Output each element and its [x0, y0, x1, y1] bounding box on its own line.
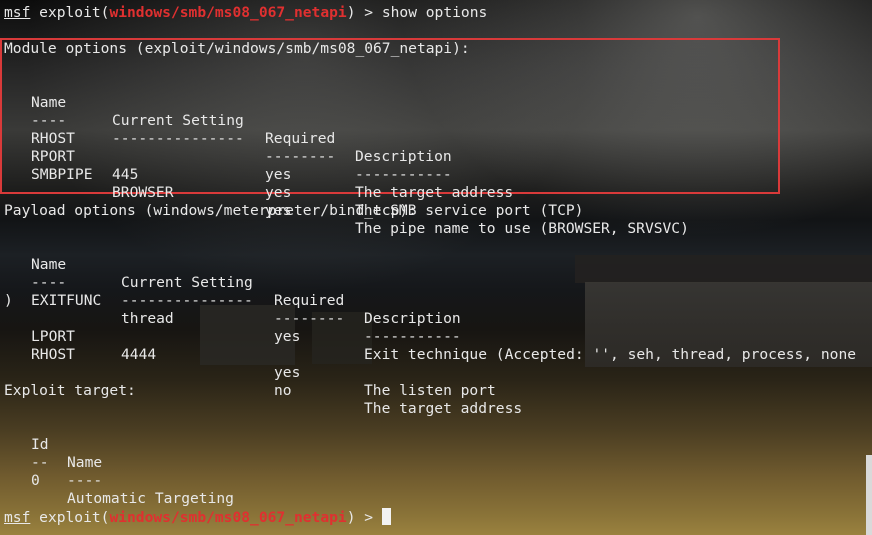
table-row: SMBPIPE BROWSER yes The pipe name to use… — [4, 148, 864, 237]
table-row: EXITFUNC thread yes Exit technique (Acce… — [4, 274, 870, 363]
command-line-show-options: msf exploit(windows/smb/ms08_067_netapi)… — [4, 4, 487, 22]
msf-label: msf — [4, 509, 31, 526]
option-name: RHOST — [31, 346, 75, 363]
module-path: windows/smb/ms08_067_netapi — [109, 509, 347, 526]
msf-label: msf — [4, 4, 31, 21]
dash-current-setting: --------------- — [121, 292, 253, 309]
exploit-target-dashes: -- ---- — [4, 436, 404, 489]
module-options-header: Module options (exploit/windows/smb/ms08… — [4, 40, 470, 57]
table-row: 0 Automatic Targeting — [4, 454, 404, 507]
module-options-dashes: ---- --------------- -------- ----------… — [4, 94, 864, 183]
option-description: The target address — [364, 400, 523, 417]
option-setting: 4444 — [121, 346, 157, 363]
prompt-close: ) > — [346, 4, 382, 21]
target-id: 0 — [31, 472, 40, 489]
text-cursor[interactable] — [381, 508, 391, 525]
table-row: LPORT 4444 yes The listen port — [4, 310, 864, 399]
terminal-window[interactable]: msf exploit(windows/smb/ms08_067_netapi)… — [0, 0, 872, 535]
payload-options-dashes: ---- --------------- -------- ----------… — [4, 256, 864, 345]
module-options-columns: Name Current Setting Required Descriptio… — [4, 76, 864, 165]
option-name: SMBPIPE — [31, 166, 93, 183]
target-name: Automatic Targeting — [67, 490, 234, 507]
exploit-target-header: Exploit target: — [4, 382, 136, 399]
scrollbar-edge — [866, 455, 872, 535]
option-setting: BROWSER — [112, 184, 174, 201]
dash-description: ----------- — [355, 166, 452, 183]
option-setting: 445 — [112, 166, 139, 183]
exploit-word: exploit( — [39, 509, 110, 526]
option-description: The pipe name to use (BROWSER, SRVSVC) — [355, 220, 689, 237]
module-path: windows/smb/ms08_067_netapi — [109, 4, 347, 21]
typed-command: show options — [381, 4, 488, 21]
payload-options-columns: Name Current Setting Required Descriptio… — [4, 238, 864, 327]
dash-name: ---- — [67, 472, 103, 489]
exploit-target-columns: Id Name — [4, 418, 404, 471]
table-row: RHOST no The target address — [4, 328, 864, 417]
exploit-word: exploit( — [39, 4, 110, 21]
col-required: Required — [274, 292, 345, 309]
option-required: yes — [265, 184, 292, 201]
payload-options-header: Payload options (windows/meterpreter/bin… — [4, 202, 417, 219]
option-description: The target address — [355, 184, 514, 201]
command-line-input[interactable]: msf exploit(windows/smb/ms08_067_netapi)… — [4, 508, 391, 526]
prompt-close: ) > — [346, 509, 382, 526]
table-row: RPORT 445 yes The SMB service port (TCP) — [4, 130, 864, 219]
option-required: yes — [274, 364, 301, 381]
option-description: Exit technique (Accepted: '', seh, threa… — [364, 346, 857, 363]
option-name: EXITFUNC — [31, 292, 102, 309]
option-required: yes — [265, 166, 292, 183]
table-row: RHOST yes The target address — [4, 112, 864, 201]
option-description: The listen port — [364, 382, 496, 399]
option-required: no — [274, 382, 292, 399]
wrapped-text: ) — [4, 292, 13, 309]
